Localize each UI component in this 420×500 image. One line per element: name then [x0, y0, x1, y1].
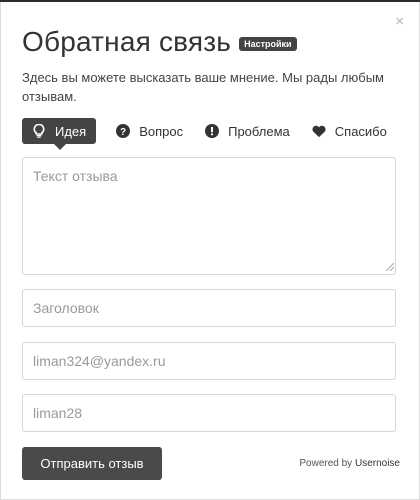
title-row: Обратная связь Настройки: [22, 26, 297, 58]
feedback-type-tabs: Идея ? Вопрос Проблема Спасибо: [22, 118, 401, 150]
usernoise-link[interactable]: Usernoise: [355, 458, 400, 469]
question-circle-icon: ?: [116, 124, 131, 138]
tab-question[interactable]: ? Вопрос: [108, 118, 191, 144]
powered-by-label: Powered by: [299, 458, 353, 469]
tab-label: Спасибо: [334, 123, 387, 139]
powered-by: Powered by Usernoise: [299, 458, 400, 469]
dialog-title: Обратная связь: [22, 26, 232, 57]
dialog-description: Здесь вы можете высказать ваше мнение. М…: [22, 70, 384, 104]
close-icon[interactable]: ×: [395, 14, 404, 29]
top-border: [0, 0, 420, 2]
feedback-text-input[interactable]: [22, 157, 396, 275]
resize-handle[interactable]: [386, 263, 394, 271]
tab-problem[interactable]: Проблема: [197, 118, 298, 144]
tab-label: Вопрос: [139, 123, 184, 139]
heart-icon: [312, 124, 326, 138]
settings-badge[interactable]: Настройки: [239, 37, 297, 51]
submit-feedback-button[interactable]: Отправить отзыв: [22, 447, 162, 480]
svg-text:?: ?: [120, 127, 126, 138]
lightbulb-icon: [32, 124, 46, 138]
name-field[interactable]: [22, 394, 396, 432]
email-field[interactable]: [22, 342, 396, 380]
tab-thanks[interactable]: Спасибо: [304, 118, 395, 144]
subject-input[interactable]: [22, 289, 396, 327]
tab-idea[interactable]: Идея: [22, 118, 97, 150]
tab-label: Проблема: [228, 123, 290, 139]
exclamation-circle-icon: [205, 124, 220, 138]
tab-label: Идея: [55, 123, 87, 139]
